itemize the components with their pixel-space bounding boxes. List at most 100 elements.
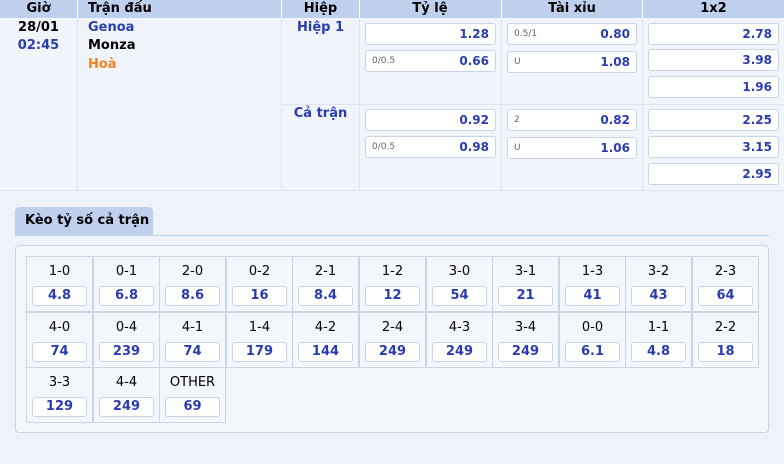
score-odd-button[interactable]: 8.4 — [298, 286, 353, 306]
over-under-line: 0.5/1 — [514, 29, 538, 39]
score-label: 2-3 — [714, 264, 737, 279]
score-cell: 1-3 41 — [559, 256, 626, 312]
score-cell: 3-4 249 — [492, 312, 559, 368]
home-team[interactable]: Genoa — [88, 20, 134, 35]
score-cell: 1-0 4.8 — [26, 256, 93, 312]
score-odd-button[interactable]: 21 — [498, 286, 553, 306]
score-label: 0-1 — [115, 264, 138, 279]
odds-button[interactable]: 2.78 — [648, 23, 779, 45]
score-cell: 0-0 6.1 — [559, 312, 626, 368]
over-under-line: U — [514, 57, 521, 67]
odds-button[interactable]: 2 0.82 — [507, 109, 637, 131]
odds-button[interactable]: 0/0.5 0.98 — [365, 136, 496, 158]
over-under-line: U — [514, 143, 521, 153]
handicap-odd: 0.92 — [459, 113, 489, 127]
score-label: 2-1 — [314, 264, 337, 279]
away-win-odd: 3.15 — [742, 140, 772, 154]
score-label: 2-2 — [714, 320, 737, 335]
score-label: 4-4 — [115, 375, 138, 390]
score-odd-button[interactable]: 179 — [232, 342, 287, 362]
score-odd-button[interactable]: 6.1 — [565, 342, 620, 362]
score-odd-button[interactable]: 64 — [698, 286, 753, 306]
score-odd-button[interactable]: 249 — [99, 397, 154, 417]
score-odd-button[interactable]: 144 — [298, 342, 353, 362]
over-under-odd: 0.80 — [600, 27, 630, 41]
header-period: Hiệp — [303, 1, 338, 16]
odds-button[interactable]: 0.92 — [365, 109, 496, 131]
handicap-odd: 1.28 — [459, 27, 489, 41]
odds-button[interactable]: 0/0.5 0.66 — [365, 50, 496, 72]
score-odd-button[interactable]: 54 — [432, 286, 487, 306]
odds-button[interactable]: U 1.06 — [507, 137, 637, 159]
score-cell: 2-2 18 — [692, 312, 759, 368]
score-odd-button[interactable]: 129 — [32, 397, 87, 417]
score-cell: OTHER 69 — [159, 367, 226, 423]
score-cell: 2-1 8.4 — [292, 256, 359, 312]
score-label: 2-4 — [381, 320, 404, 335]
score-label: 0-4 — [115, 320, 138, 335]
score-label: 4-3 — [448, 320, 471, 335]
handicap-line: 0/0.5 — [372, 56, 396, 66]
score-cell: 0-2 16 — [226, 256, 293, 312]
score-odd-button[interactable]: 69 — [165, 397, 220, 417]
score-odd-button[interactable]: 4.8 — [32, 286, 87, 306]
score-label: 4-0 — [48, 320, 71, 335]
score-odd-button[interactable]: 249 — [432, 342, 487, 362]
home-win-odd: 2.78 — [742, 27, 772, 41]
score-label: 1-0 — [48, 264, 71, 279]
score-odd-button[interactable]: 239 — [99, 342, 154, 362]
score-cell: 3-3 129 — [26, 367, 93, 423]
score-label: 3-3 — [48, 375, 71, 390]
score-odd-button[interactable]: 4.8 — [631, 342, 686, 362]
score-label: 3-2 — [647, 264, 670, 279]
away-win-odd: 3.98 — [742, 53, 772, 67]
score-odd-button[interactable]: 41 — [565, 286, 620, 306]
score-cell: 2-4 249 — [359, 312, 426, 368]
score-label: 1-1 — [647, 320, 670, 335]
odds-button[interactable]: 2.95 — [648, 163, 779, 185]
odds-button[interactable]: 1.28 — [365, 23, 496, 45]
score-odd-button[interactable]: 249 — [365, 342, 420, 362]
score-label: 3-4 — [514, 320, 537, 335]
score-label: 2-0 — [181, 264, 204, 279]
score-label: 3-1 — [514, 264, 537, 279]
match-time: 02:45 — [17, 38, 60, 53]
score-cell: 3-2 43 — [625, 256, 692, 312]
odds-button[interactable]: 3.15 — [648, 136, 779, 158]
odds-button[interactable]: 3.98 — [648, 49, 779, 71]
score-label: 1-4 — [248, 320, 271, 335]
period-first-half: Hiệp 1 — [296, 20, 345, 35]
score-label: 1-2 — [381, 264, 404, 279]
header-over-under: Tài xỉu — [548, 1, 596, 16]
score-odd-button[interactable]: 6.8 — [99, 286, 154, 306]
odds-button[interactable]: 1.96 — [648, 76, 779, 98]
score-cell: 4-2 144 — [292, 312, 359, 368]
score-label: 0-2 — [248, 264, 271, 279]
score-cell: 3-0 54 — [426, 256, 493, 312]
away-team[interactable]: Monza — [88, 38, 135, 53]
odds-button[interactable]: 0.5/1 0.80 — [507, 23, 637, 45]
score-odd-button[interactable]: 18 — [698, 342, 753, 362]
odds-button[interactable]: 2.25 — [648, 109, 779, 131]
score-cell: 3-1 21 — [492, 256, 559, 312]
score-odd-button[interactable]: 74 — [165, 342, 220, 362]
score-label: 1-3 — [581, 264, 604, 279]
header-match: Trận đấu — [88, 1, 152, 16]
odds-button[interactable]: U 1.08 — [507, 51, 637, 73]
score-label: OTHER — [169, 375, 216, 390]
score-cell: 4-4 249 — [93, 367, 160, 423]
tab-correct-score[interactable]: Kèo tỷ số cả trận — [15, 207, 153, 235]
score-odd-button[interactable]: 12 — [365, 286, 420, 306]
score-cell: 1-1 4.8 — [625, 312, 692, 368]
score-odd-button[interactable]: 249 — [498, 342, 553, 362]
score-odd-button[interactable]: 16 — [232, 286, 287, 306]
score-cell: 2-3 64 — [692, 256, 759, 312]
score-odd-button[interactable]: 74 — [32, 342, 87, 362]
score-odd-button[interactable]: 8.6 — [165, 286, 220, 306]
handicap-line: 0/0.5 — [372, 142, 396, 152]
score-cell: 2-0 8.6 — [159, 256, 226, 312]
score-odd-button[interactable]: 43 — [631, 286, 686, 306]
score-cell: 4-3 249 — [426, 312, 493, 368]
draw-odd: 1.96 — [742, 80, 772, 94]
draw-odd: 2.95 — [742, 167, 772, 181]
